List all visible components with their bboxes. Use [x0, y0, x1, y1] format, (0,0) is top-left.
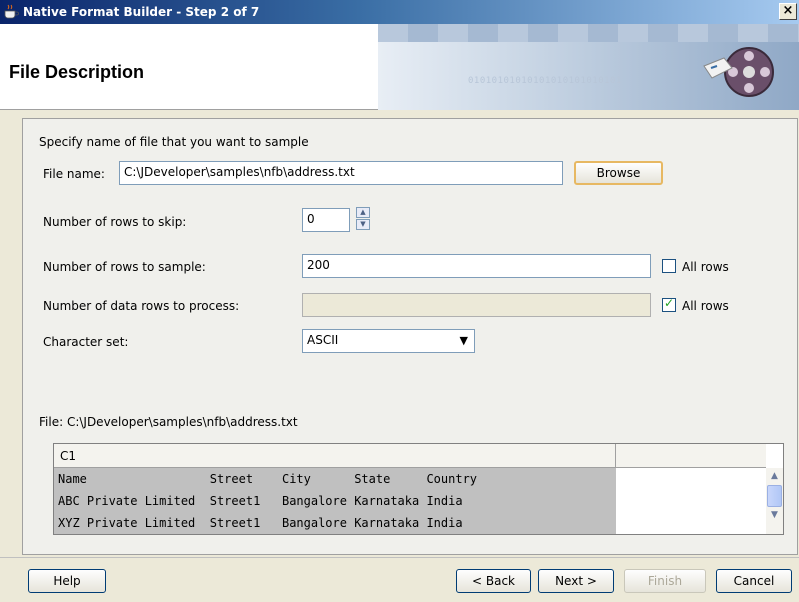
charset-select[interactable]: ASCII ▼ — [302, 329, 475, 353]
rows-process-label: Number of data rows to process: — [43, 299, 240, 313]
scroll-up-icon[interactable]: ▲ — [766, 468, 783, 485]
instruction-text: Specify name of file that you want to sa… — [39, 135, 309, 149]
table-row: Name Street City State Country — [58, 472, 478, 486]
rows-sample-all-checkbox[interactable] — [662, 259, 676, 273]
rows-sample-label: Number of rows to sample: — [43, 260, 206, 274]
next-button[interactable]: Next > — [538, 569, 614, 593]
film-reel-icon — [703, 47, 774, 97]
rows-process-field[interactable] — [302, 293, 651, 317]
banner-binary-text: 01010101010101010101010101 — [468, 76, 622, 86]
rows-skip-label: Number of rows to skip: — [43, 215, 187, 229]
rows-sample-all-label[interactable]: All rows — [682, 260, 729, 274]
finish-button[interactable]: Finish — [624, 569, 706, 593]
vertical-scrollbar[interactable]: ▲ ▼ — [766, 468, 783, 534]
scroll-down-icon[interactable]: ▼ — [766, 507, 783, 524]
scroll-thumb[interactable] — [767, 485, 782, 507]
checkmark-icon: ✓ — [664, 296, 675, 310]
header-banner: 01010101010101010101010101 — [378, 24, 799, 110]
column-header-filler — [616, 444, 766, 468]
wizard-header: File Description 01010101010101010101010… — [0, 24, 799, 110]
rows-process-all-checkbox[interactable]: ✓ — [662, 296, 676, 312]
window-title: Native Format Builder - Step 2 of 7 — [23, 5, 260, 19]
preview-grid[interactable]: C1 Name Street City State Country ABC Pr… — [53, 443, 784, 535]
help-button[interactable]: Help — [28, 569, 106, 593]
preview-file-label: File: C:\JDeveloper\samples\nfb\address.… — [39, 415, 298, 429]
table-row: XYZ Private Limited Street1 Bangalore Ka… — [58, 516, 463, 530]
title-bar: Native Format Builder - Step 2 of 7 × — [0, 0, 799, 24]
rows-sample-field[interactable]: 200 — [302, 254, 651, 278]
table-row: ABC Private Limited Street1 Bangalore Ka… — [58, 494, 463, 508]
chevron-down-icon[interactable]: ▼ — [460, 334, 468, 347]
charset-label: Character set: — [43, 335, 129, 349]
footer-divider — [0, 557, 799, 558]
spinner-up-icon[interactable]: ▲ — [356, 207, 370, 218]
preview-rows: Name Street City State Country ABC Priva… — [54, 468, 616, 534]
back-button[interactable]: < Back — [456, 569, 531, 593]
close-button[interactable]: × — [779, 3, 797, 20]
page-title: File Description — [9, 62, 145, 82]
rows-process-all-label[interactable]: All rows — [682, 299, 729, 313]
coffee-cup-icon — [4, 4, 19, 19]
rows-skip-spinner[interactable]: ▲ ▼ — [356, 207, 372, 231]
file-name-label: File name: — [43, 167, 105, 181]
spinner-down-icon[interactable]: ▼ — [356, 219, 370, 230]
column-header-c1[interactable]: C1 — [54, 444, 616, 468]
browse-button[interactable]: Browse — [574, 161, 663, 185]
charset-value: ASCII — [307, 333, 339, 347]
cancel-button[interactable]: Cancel — [716, 569, 792, 593]
main-panel: Specify name of file that you want to sa… — [22, 118, 798, 555]
rows-skip-field[interactable]: 0 — [302, 208, 350, 232]
file-name-field[interactable]: C:\JDeveloper\samples\nfb\address.txt — [119, 161, 563, 185]
